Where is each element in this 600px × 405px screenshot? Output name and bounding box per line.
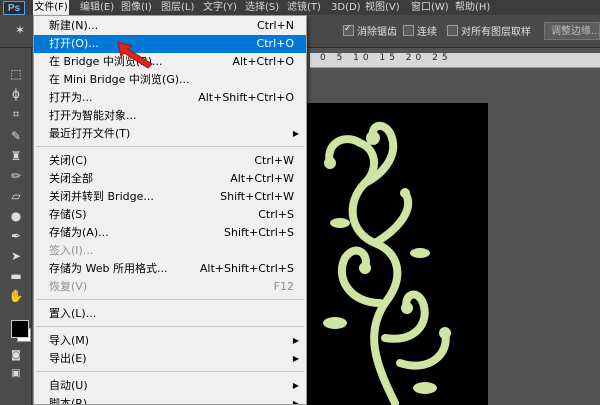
submenu-arrow-icon: ▶ [292, 381, 299, 390]
menu-item-place[interactable]: 置入(L)... [34, 305, 306, 323]
menu-item-automate[interactable]: 自动(U) ▶ [34, 377, 306, 395]
eyedropper-icon[interactable]: ✎ [7, 128, 25, 144]
menu-item-browse-mini-bridge[interactable]: 在 Mini Bridge 中浏览(G)... [34, 71, 306, 89]
menu-separator [36, 146, 304, 147]
quick-mask-icon[interactable]: ◙ [7, 348, 25, 364]
menu-item-browse-bridge[interactable]: 在 Bridge 中浏览(B)... Alt+Ctrl+O [34, 53, 306, 71]
submenu-arrow-icon: ▶ [292, 354, 299, 363]
file-menu-dropdown: 新建(N)... Ctrl+N 打开(O)... Ctrl+O 在 Bridge 中… [33, 15, 307, 405]
magic-wand-icon[interactable]: ✶ [11, 22, 29, 38]
blur-icon[interactable]: ● [7, 208, 25, 224]
menu-type[interactable]: 文字(Y) [203, 0, 237, 15]
stamp-icon[interactable]: ♜ [7, 148, 25, 164]
menu-item-save-for-web[interactable]: 存储为 Web 所用格式... Alt+Shift+Ctrl+S [34, 260, 306, 278]
menu-item-close-go-bridge[interactable]: 关闭并转到 Bridge... Shift+Ctrl+W [34, 188, 306, 206]
menu-item-open-as[interactable]: 打开为... Alt+Shift+Ctrl+O [34, 89, 306, 107]
screen-mode-icon[interactable]: ▣ [7, 366, 25, 382]
document-canvas[interactable] [305, 103, 488, 405]
horizontal-ruler: 0 5 10 15 20 25 [310, 53, 600, 68]
menu-item-import[interactable]: 导入(M) ▶ [34, 332, 306, 350]
menu-item-save-as[interactable]: 存储为(A)... Shift+Ctrl+S [34, 224, 306, 242]
menu-item-new[interactable]: 新建(N)... Ctrl+N [34, 17, 306, 35]
anti-alias-checkbox[interactable] [343, 23, 354, 36]
menu-separator [36, 299, 304, 300]
foreground-color-swatch[interactable] [11, 320, 29, 338]
marquee-icon[interactable]: ⬚ [7, 66, 25, 82]
path-select-icon[interactable]: ➤ [7, 248, 25, 264]
menu-item-scripts[interactable]: 脚本(R) ▶ [34, 395, 306, 405]
menu-item-close[interactable]: 关闭(C) Ctrl+W [34, 152, 306, 170]
contiguous-option[interactable]: 连续 [403, 25, 437, 39]
menu-file[interactable]: 文件(F) [33, 0, 69, 15]
menu-item-open-smart-object[interactable]: 打开为智能对象... [34, 107, 306, 125]
sample-all-layers-checkbox[interactable] [447, 25, 458, 36]
floral-ornament-artwork [323, 121, 451, 405]
menu-view[interactable]: 视图(V) [365, 0, 400, 15]
lasso-icon[interactable]: ϕ [7, 86, 25, 102]
shape-icon[interactable]: ▬ [7, 268, 25, 284]
photoshop-logo: Ps [3, 1, 25, 15]
menu-select[interactable]: 选择(S) [245, 0, 279, 15]
menu-item-save[interactable]: 存储(S) Ctrl+S [34, 206, 306, 224]
menu-item-close-all[interactable]: 关闭全部 Alt+Ctrl+W [34, 170, 306, 188]
tools-panel: ⬚ ϕ ⌗ ✎ ♜ ✏ ▱ ● ✒ ➤ ▬ ✋ ◙ ▣ [0, 48, 32, 405]
menu-item-recent-files[interactable]: 最近打开文件(T) ▶ [34, 125, 306, 143]
menu-bar: Ps 文件(F) 编辑(E) 图像(I) 图层(L) 文字(Y) 选择(S) 滤… [0, 0, 600, 15]
menu-separator [36, 326, 304, 327]
menu-item-open[interactable]: 打开(O)... Ctrl+O [34, 35, 306, 53]
menu-item-check-in: 签入(I)... [49, 244, 94, 257]
menu-3d[interactable]: 3D(D) [331, 0, 361, 15]
menu-window[interactable]: 窗口(W) [411, 0, 449, 15]
sample-all-layers-option[interactable]: 对所有图层取样 [447, 25, 531, 39]
ruler-labels: 0 5 10 15 20 25 [320, 53, 452, 63]
menu-item-export[interactable]: 导出(E) ▶ [34, 350, 306, 368]
menu-layer[interactable]: 图层(L) [161, 0, 194, 15]
submenu-arrow-icon: ▶ [292, 399, 299, 405]
anti-alias-option[interactable]: 消除锯齿 [343, 23, 397, 39]
menu-separator [36, 371, 304, 372]
menu-image[interactable]: 图像(I) [121, 0, 152, 15]
menu-help[interactable]: 帮助(H) [455, 0, 490, 15]
red-pointer-arrow-icon [117, 41, 153, 69]
menu-filter[interactable]: 滤镜(T) [287, 0, 321, 15]
hand-icon[interactable]: ✋ [7, 288, 25, 304]
menu-edit[interactable]: 编辑(E) [80, 0, 114, 15]
menu-item-revert: 恢复(V) F12 [49, 280, 294, 293]
brush-icon[interactable]: ✏ [7, 168, 25, 184]
contiguous-checkbox[interactable] [403, 25, 414, 36]
submenu-arrow-icon: ▶ [292, 336, 299, 345]
submenu-arrow-icon: ▶ [292, 129, 299, 138]
pen-icon[interactable]: ✒ [7, 228, 25, 244]
eraser-icon[interactable]: ▱ [7, 188, 25, 204]
crop-icon[interactable]: ⌗ [7, 106, 25, 122]
refine-edge-button[interactable]: 调整边缘... [544, 22, 600, 40]
